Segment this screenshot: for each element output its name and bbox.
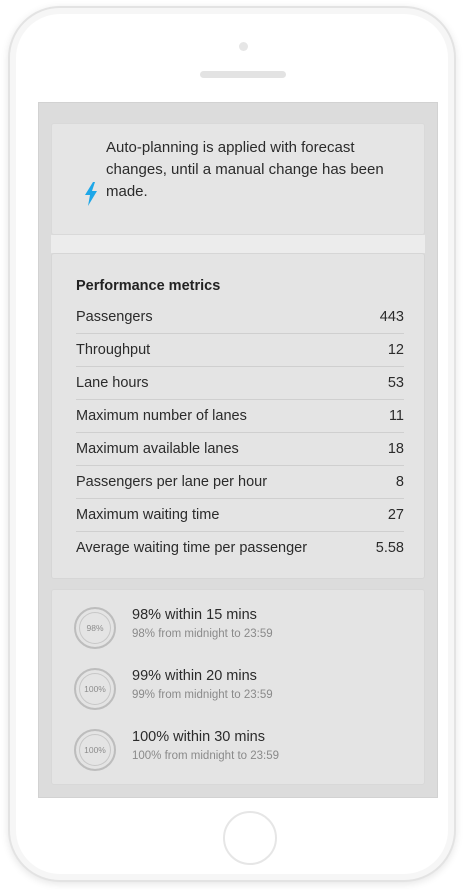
lightning-icon (85, 182, 97, 206)
target-subtitle: 99% from midnight to 23:59 (132, 689, 273, 701)
metric-row-avg-waiting-time: Average waiting time per passenger 5.58 (76, 532, 404, 564)
banner-text: Auto-planning is applied with forecast c… (106, 139, 384, 200)
metric-label: Lane hours (76, 375, 149, 391)
metric-value: 8 (395, 474, 404, 490)
target-title: 99% within 20 mins (132, 668, 257, 684)
metric-label: Passengers per lane per hour (76, 474, 268, 490)
metric-label: Throughput (76, 342, 151, 358)
metric-label: Average waiting time per passenger (76, 540, 308, 556)
metrics-title: Performance metrics (76, 278, 221, 294)
target-badge-icon: 98% (74, 607, 116, 649)
target-item-20-mins[interactable]: 100% 99% within 20 mins 99% from midnigh… (74, 668, 414, 712)
metric-row-max-available-lanes: Maximum available lanes 18 (76, 433, 404, 466)
target-item-30-mins[interactable]: 100% 100% within 30 mins 100% from midni… (74, 729, 414, 773)
target-item-15-mins[interactable]: 98% 98% within 15 mins 98% from midnight… (74, 607, 414, 651)
target-subtitle: 98% from midnight to 23:59 (132, 628, 273, 640)
metric-value: 443 (379, 309, 404, 325)
metric-row-lane-hours: Lane hours 53 (76, 367, 404, 400)
metric-row-passengers-per-lane-hour: Passengers per lane per hour 8 (76, 466, 404, 499)
metric-label: Passengers (76, 309, 153, 325)
target-title: 100% within 30 mins (132, 729, 265, 745)
target-badge-icon: 100% (74, 729, 116, 771)
home-button[interactable] (223, 811, 277, 865)
target-subtitle: 100% from midnight to 23:59 (132, 750, 280, 762)
metric-value: 12 (387, 342, 404, 358)
metric-label: Maximum waiting time (76, 507, 220, 523)
metric-label: Maximum number of lanes (76, 408, 247, 424)
speaker-grille (200, 71, 286, 78)
app-screen: Auto-planning is applied with forecast c… (38, 102, 438, 798)
metric-row-passengers: Passengers 443 (76, 301, 404, 334)
metric-value: 18 (387, 441, 404, 457)
metric-value: 27 (387, 507, 404, 523)
target-title: 98% within 15 mins (132, 607, 257, 623)
divider-band (51, 235, 425, 253)
auto-planning-banner: Auto-planning is applied with forecast c… (51, 123, 425, 235)
metric-row-max-lanes: Maximum number of lanes 11 (76, 400, 404, 433)
service-level-targets-card: 98% 98% within 15 mins 98% from midnight… (51, 589, 425, 785)
metric-label: Maximum available lanes (76, 441, 239, 457)
metric-row-max-waiting-time: Maximum waiting time 27 (76, 499, 404, 532)
camera-icon (239, 42, 248, 51)
metric-value: 53 (387, 375, 404, 391)
metric-row-throughput: Throughput 12 (76, 334, 404, 367)
target-badge-icon: 100% (74, 668, 116, 710)
metric-value: 5.58 (375, 540, 404, 556)
metric-value: 11 (388, 408, 404, 424)
metrics-list: Passengers 443 Throughput 12 Lane hours … (76, 301, 404, 564)
